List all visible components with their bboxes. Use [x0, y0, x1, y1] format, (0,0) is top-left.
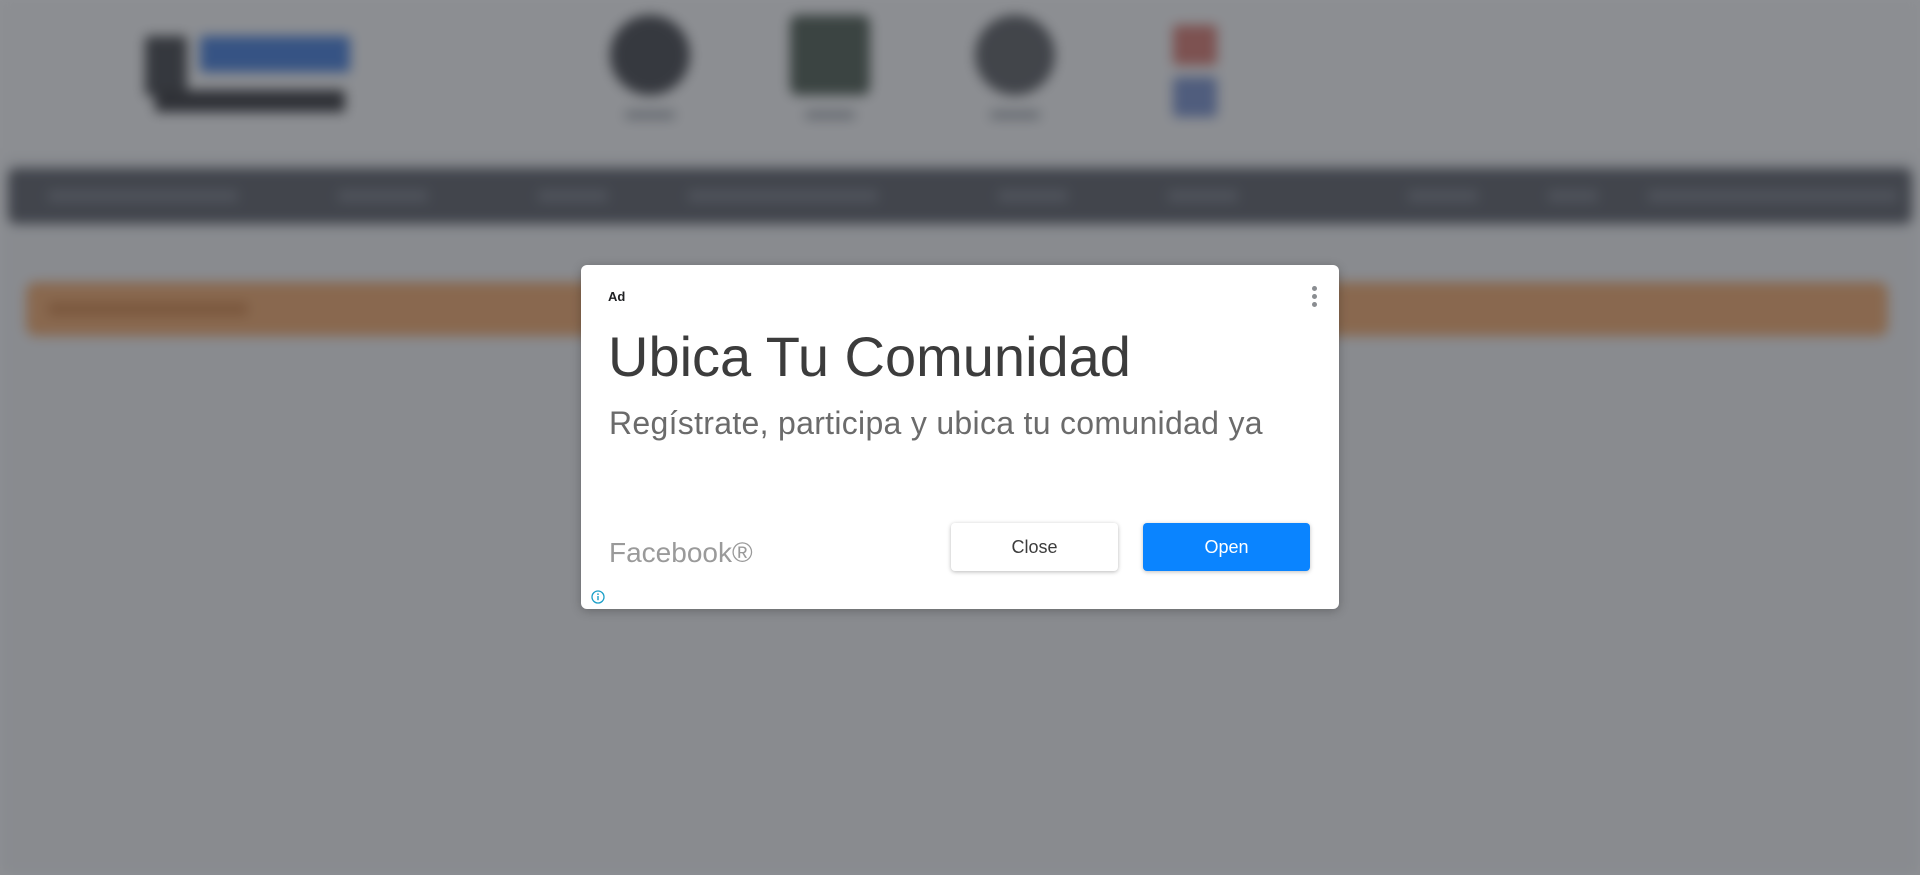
ad-label: Ad	[608, 289, 626, 304]
ad-body-text[interactable]: Regístrate, participa y ubica tu comunid…	[609, 403, 1263, 443]
info-icon[interactable]	[591, 590, 605, 604]
ad-headline[interactable]: Ubica Tu Comunidad	[608, 323, 1131, 391]
more-vertical-icon[interactable]	[1309, 285, 1321, 309]
ad-advertiser[interactable]: Facebook®	[609, 536, 753, 570]
ad-dialog: Ad Ubica Tu Comunidad Regístrate, partic…	[581, 265, 1339, 609]
close-button[interactable]: Close	[951, 523, 1118, 571]
open-button[interactable]: Open	[1143, 523, 1310, 571]
